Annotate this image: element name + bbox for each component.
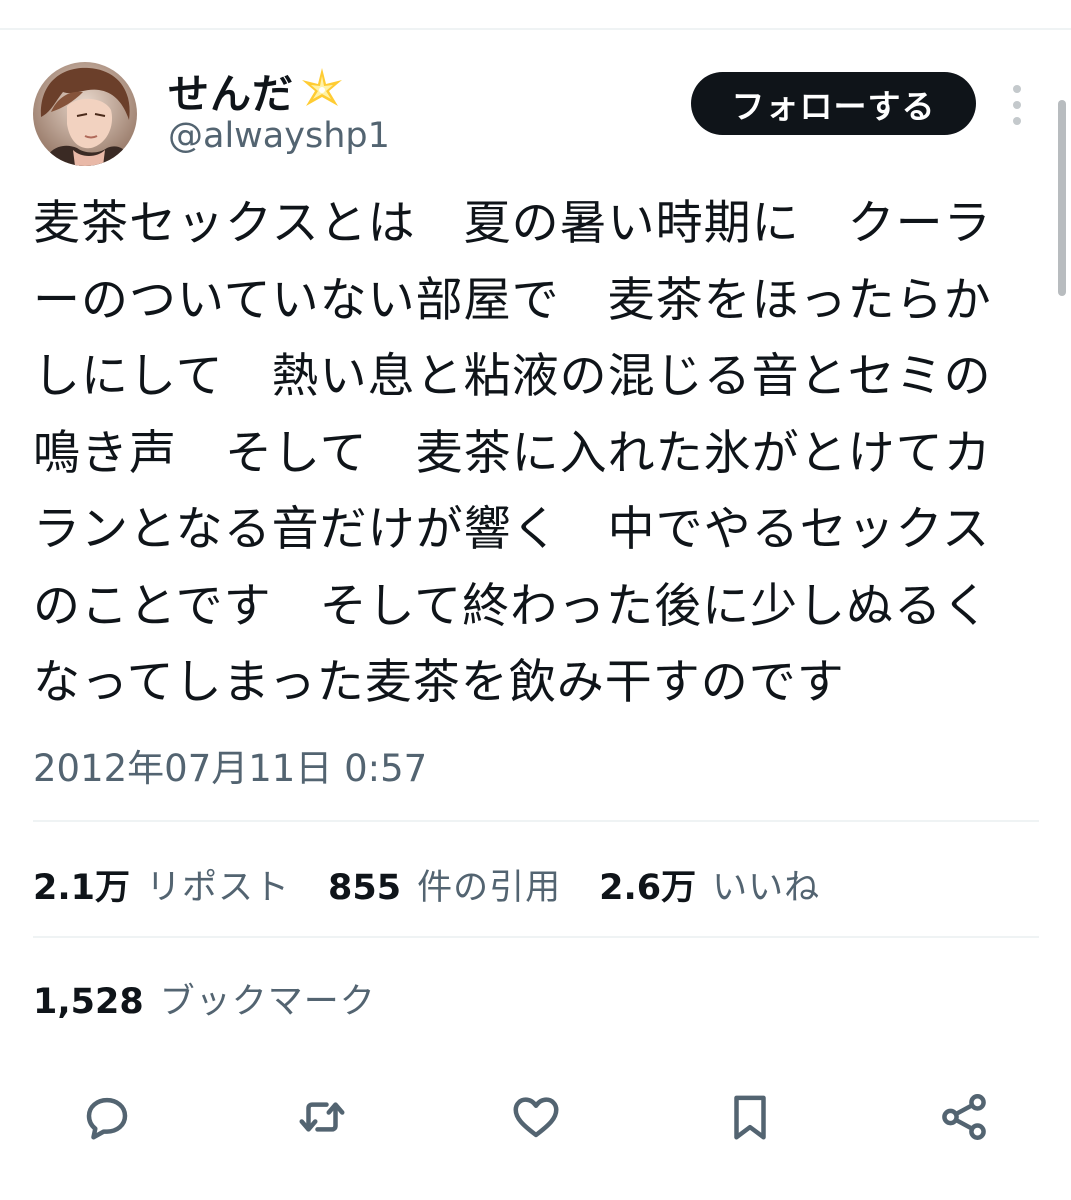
scrollbar-thumb[interactable] bbox=[1058, 100, 1066, 296]
quotes-count: 855 bbox=[328, 867, 402, 908]
bookmarks-label: ブックマーク bbox=[159, 981, 376, 1022]
quotes-stat[interactable]: 855 件の引用 bbox=[328, 859, 561, 910]
tweet-timestamp[interactable]: 2012年07月11日 0:57 bbox=[33, 738, 427, 792]
avatar-image bbox=[33, 62, 137, 166]
engagement-stats: 2.1万 リポスト 855 件の引用 2.6万 いいね bbox=[33, 856, 858, 912]
avatar[interactable] bbox=[33, 62, 137, 166]
divider bbox=[33, 820, 1039, 822]
follow-button[interactable]: フォローする bbox=[691, 72, 976, 135]
like-icon bbox=[513, 1097, 559, 1138]
reply-icon bbox=[86, 1097, 128, 1140]
share-button[interactable] bbox=[934, 1085, 994, 1149]
tweet-line: しにして 熱い息と粘液の混じる音とセミの bbox=[33, 349, 992, 404]
likes-label: いいね bbox=[712, 867, 821, 908]
tweet-line: 麦茶セックスとは 夏の暑い時期に クーラ bbox=[33, 196, 992, 251]
share-icon bbox=[942, 1094, 986, 1140]
divider bbox=[33, 936, 1039, 938]
reposts-stat[interactable]: 2.1万 リポスト bbox=[33, 859, 290, 910]
display-name-row[interactable]: せんだ bbox=[168, 62, 346, 118]
tweet-line: ランとなる音だけが響く 中でやるセックス bbox=[33, 502, 991, 557]
retweet-icon bbox=[299, 1102, 345, 1132]
tweet-line: のことです そして終わった後に少しぬるく bbox=[33, 578, 991, 634]
quotes-label: 件の引用 bbox=[417, 867, 562, 908]
tweet-action-bar bbox=[0, 1085, 1071, 1149]
display-name[interactable]: せんだ bbox=[168, 60, 294, 120]
bookmark-icon bbox=[734, 1095, 766, 1140]
bookmark-button[interactable] bbox=[720, 1085, 780, 1149]
likes-stat[interactable]: 2.6万 いいね bbox=[599, 859, 820, 910]
tweet-line: ーのついていない部屋で 麦茶をほったらか bbox=[33, 272, 992, 328]
likes-count: 2.6万 bbox=[599, 867, 697, 908]
user-handle[interactable]: @alwayshp1 bbox=[168, 116, 390, 156]
tweet-line: なってしまった麦茶を飲み干すのです bbox=[33, 655, 845, 710]
tweet-text: 麦茶セックスとは 夏の暑い時期に クーラ ーのついていない部屋で 麦茶をほったら… bbox=[33, 186, 1033, 722]
bookmarks-count: 1,528 bbox=[33, 981, 144, 1022]
tweet-line: 鳴き声 そして 麦茶に入れた氷がとけてカ bbox=[33, 425, 992, 481]
reposts-label: リポスト bbox=[146, 867, 291, 908]
top-divider bbox=[0, 28, 1071, 30]
sparkle-star-icon bbox=[298, 66, 346, 114]
retweet-button[interactable] bbox=[292, 1085, 352, 1149]
bookmarks-stat[interactable]: 1,528 ブックマーク bbox=[33, 973, 376, 1024]
like-button[interactable] bbox=[506, 1085, 566, 1149]
bookmarks-row: 1,528 ブックマーク bbox=[33, 970, 414, 1026]
reposts-count: 2.1万 bbox=[33, 867, 131, 908]
reply-button[interactable] bbox=[77, 1085, 137, 1149]
more-options-icon[interactable] bbox=[1005, 80, 1029, 130]
